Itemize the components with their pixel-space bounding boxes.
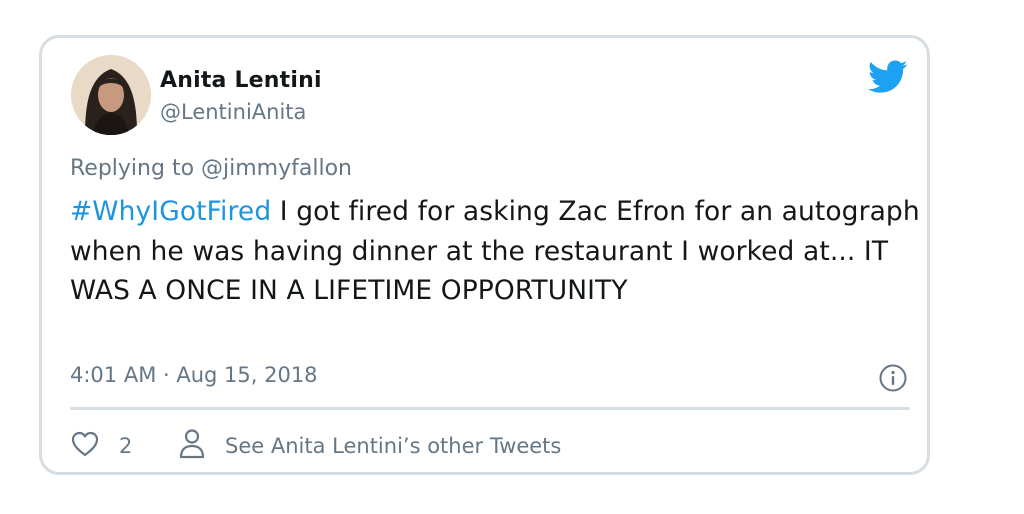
see-other-tweets-link[interactable]: See Anita Lentini’s other Tweets: [225, 434, 561, 458]
timestamp-link[interactable]: 4:01 AM · Aug 15, 2018: [70, 363, 318, 387]
avatar-image: [71, 55, 151, 135]
replying-to: Replying to @jimmyfallon: [70, 156, 352, 181]
divider: [70, 407, 910, 410]
like-count[interactable]: 2: [119, 434, 132, 458]
twitter-bird-icon[interactable]: [868, 60, 908, 94]
author-handle[interactable]: @LentiniAnita: [160, 100, 306, 124]
author-name[interactable]: Anita Lentini: [160, 68, 322, 93]
tweet-card: Anita Lentini @LentiniAnita Replying to …: [39, 35, 930, 475]
hashtag-link[interactable]: #WhyIGotFired: [70, 196, 271, 227]
heart-icon[interactable]: [70, 429, 100, 459]
person-icon: [179, 429, 205, 459]
tweet-text: #WhyIGotFired I got fired for asking Zac…: [70, 192, 920, 311]
reply-mention-link[interactable]: @jimmyfallon: [201, 156, 352, 181]
avatar[interactable]: [71, 55, 151, 135]
replying-prefix: Replying to: [70, 156, 195, 181]
info-icon[interactable]: [878, 363, 908, 393]
